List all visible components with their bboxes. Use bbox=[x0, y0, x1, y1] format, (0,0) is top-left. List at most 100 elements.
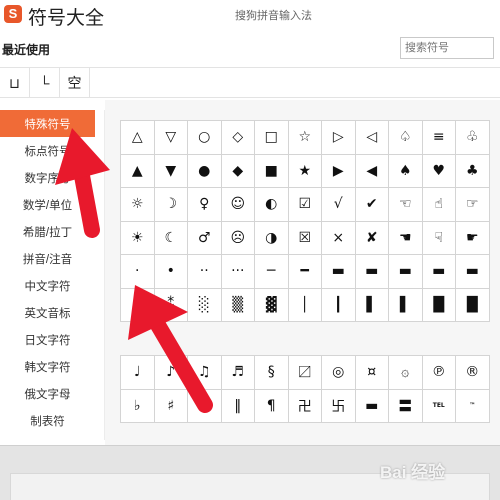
symbol-cell[interactable]: ┃ bbox=[322, 288, 356, 322]
sidebar-item-korean[interactable]: 韩文字符 bbox=[0, 353, 95, 380]
symbol-cell[interactable]: · bbox=[121, 255, 155, 289]
symbol-cell[interactable]: ⁚ bbox=[121, 288, 155, 322]
symbol-cell[interactable]: ▽ bbox=[154, 121, 188, 155]
symbol-cell[interactable]: ▬ bbox=[355, 255, 389, 289]
symbol-cell[interactable]: ━ bbox=[288, 255, 322, 289]
symbol-cell[interactable]: ≡ bbox=[422, 121, 456, 155]
sidebar-item-math[interactable]: 数学/单位 bbox=[0, 191, 95, 218]
symbol-cell[interactable]: ▶ bbox=[322, 154, 356, 188]
symbol-cell[interactable]: ⁑ bbox=[154, 288, 188, 322]
symbol-cell[interactable]: ☛ bbox=[456, 221, 490, 255]
symbol-cell[interactable]: 卐 bbox=[322, 389, 356, 423]
search-input[interactable] bbox=[400, 37, 494, 59]
symbol-cell[interactable]: ◁ bbox=[355, 121, 389, 155]
symbol-cell[interactable]: ♯ bbox=[154, 389, 188, 423]
symbol-cell[interactable]: • bbox=[154, 255, 188, 289]
symbol-cell[interactable]: ▓ bbox=[255, 288, 289, 322]
symbol-cell[interactable]: █ bbox=[456, 288, 490, 322]
symbol-cell[interactable]: 〼 bbox=[288, 356, 322, 390]
symbol-cell[interactable]: □ bbox=[255, 121, 289, 155]
sidebar-item-box-drawing[interactable]: 制表符 bbox=[0, 407, 95, 434]
symbol-cell[interactable]: ♂ bbox=[188, 221, 222, 255]
symbol-cell[interactable]: ☞ bbox=[456, 188, 490, 222]
symbol-cell[interactable]: ◇ bbox=[221, 121, 255, 155]
symbol-cell[interactable]: ™ bbox=[456, 389, 490, 423]
symbol-cell[interactable]: ☼ bbox=[121, 188, 155, 222]
symbol-cell[interactable]: ▬ bbox=[422, 255, 456, 289]
sidebar-item-pinyin[interactable]: 拼音/注音 bbox=[0, 245, 95, 272]
symbol-cell[interactable]: ♬ bbox=[221, 356, 255, 390]
symbol-cell[interactable]: ☟ bbox=[422, 221, 456, 255]
sidebar-item-russian[interactable]: 俄文字母 bbox=[0, 380, 95, 407]
symbol-cell[interactable]: ▌ bbox=[389, 288, 423, 322]
symbol-cell[interactable]: ☺ bbox=[221, 188, 255, 222]
symbol-cell[interactable]: ▼ bbox=[154, 154, 188, 188]
recent-symbol[interactable]: ⊔ bbox=[0, 68, 30, 98]
symbol-cell[interactable]: ℗ bbox=[422, 356, 456, 390]
symbol-cell[interactable]: ─ bbox=[255, 255, 289, 289]
symbol-cell[interactable]: ✘ bbox=[355, 221, 389, 255]
symbol-cell[interactable]: ◐ bbox=[255, 188, 289, 222]
symbol-cell[interactable]: ♣ bbox=[456, 154, 490, 188]
sidebar-item-punctuation[interactable]: 标点符号 bbox=[0, 137, 95, 164]
symbol-cell[interactable]: ☽ bbox=[154, 188, 188, 222]
symbol-cell[interactable]: ◆ bbox=[221, 154, 255, 188]
symbol-cell[interactable]: ☹ bbox=[221, 221, 255, 255]
sidebar-item-chinese[interactable]: 中文字符 bbox=[0, 272, 95, 299]
symbol-cell[interactable]: █ bbox=[422, 288, 456, 322]
symbol-cell[interactable]: ‖ bbox=[221, 389, 255, 423]
symbol-cell[interactable]: ✔ bbox=[355, 188, 389, 222]
symbol-cell[interactable]: ■ bbox=[255, 154, 289, 188]
symbol-cell[interactable]: ♭ bbox=[121, 389, 155, 423]
symbol-cell[interactable]: ♫ bbox=[188, 356, 222, 390]
symbol-cell[interactable]: ▬ bbox=[456, 255, 490, 289]
symbol-cell[interactable]: ☜ bbox=[389, 188, 423, 222]
symbol-cell[interactable]: ♩ bbox=[121, 356, 155, 390]
symbol-cell[interactable]: ♪ bbox=[154, 356, 188, 390]
sidebar-item-japanese[interactable]: 日文字符 bbox=[0, 326, 95, 353]
symbol-cell[interactable]: ☑ bbox=[288, 188, 322, 222]
symbol-cell[interactable]: × bbox=[322, 221, 356, 255]
symbol-cell[interactable]: ◀ bbox=[355, 154, 389, 188]
symbol-cell[interactable]: ♧ bbox=[456, 121, 490, 155]
symbol-cell[interactable]: ☆ bbox=[288, 121, 322, 155]
symbol-cell[interactable]: ♀ bbox=[188, 188, 222, 222]
symbol-cell[interactable]: § bbox=[255, 356, 289, 390]
symbol-cell[interactable]: TEL bbox=[422, 389, 456, 423]
sidebar-item-phonetic[interactable]: 英文音标 bbox=[0, 299, 95, 326]
symbol-cell[interactable]: ☾ bbox=[154, 221, 188, 255]
symbol-cell[interactable]: │ bbox=[288, 288, 322, 322]
symbol-cell[interactable]: ░ bbox=[188, 288, 222, 322]
symbol-cell[interactable]: ® bbox=[456, 356, 490, 390]
symbol-cell[interactable]: ▬ bbox=[322, 255, 356, 289]
symbol-cell[interactable]: ○ bbox=[188, 121, 222, 155]
symbol-cell[interactable]: √ bbox=[322, 188, 356, 222]
symbol-cell[interactable]: ▬ bbox=[355, 389, 389, 423]
symbol-cell[interactable]: ☒ bbox=[288, 221, 322, 255]
symbol-cell[interactable]: ◑ bbox=[255, 221, 289, 255]
symbol-cell[interactable]: ♥ bbox=[422, 154, 456, 188]
symbol-cell[interactable]: 卍 bbox=[288, 389, 322, 423]
symbol-cell[interactable]: ● bbox=[188, 154, 222, 188]
symbol-cell[interactable]: ¶ bbox=[255, 389, 289, 423]
symbol-cell[interactable]: ☀ bbox=[121, 221, 155, 255]
symbol-cell[interactable]: ▌ bbox=[355, 288, 389, 322]
symbol-cell[interactable]: ☝ bbox=[422, 188, 456, 222]
symbol-cell[interactable]: ★ bbox=[288, 154, 322, 188]
sidebar-item-greek-latin[interactable]: 希腊/拉丁 bbox=[0, 218, 95, 245]
symbol-cell[interactable]: ▷ bbox=[322, 121, 356, 155]
symbol-cell[interactable]: ¤ bbox=[355, 356, 389, 390]
symbol-cell[interactable]: ◎ bbox=[322, 356, 356, 390]
sidebar-item-special[interactable]: 特殊符号 bbox=[0, 110, 95, 137]
symbol-cell[interactable]: ♤ bbox=[389, 121, 423, 155]
recent-symbol[interactable]: └ bbox=[30, 68, 60, 98]
symbol-cell[interactable]: △ bbox=[121, 121, 155, 155]
symbol-cell[interactable]: ♠ bbox=[389, 154, 423, 188]
symbol-cell[interactable]: ··· bbox=[221, 255, 255, 289]
symbol-cell[interactable]: ۞ bbox=[389, 356, 423, 390]
symbol-cell[interactable]: ▲ bbox=[121, 154, 155, 188]
recent-symbol[interactable]: 空 bbox=[60, 68, 90, 98]
sidebar-item-numbers[interactable]: 数字序号 bbox=[0, 164, 95, 191]
symbol-cell[interactable]: ☚ bbox=[389, 221, 423, 255]
symbol-cell[interactable]: ▒ bbox=[221, 288, 255, 322]
